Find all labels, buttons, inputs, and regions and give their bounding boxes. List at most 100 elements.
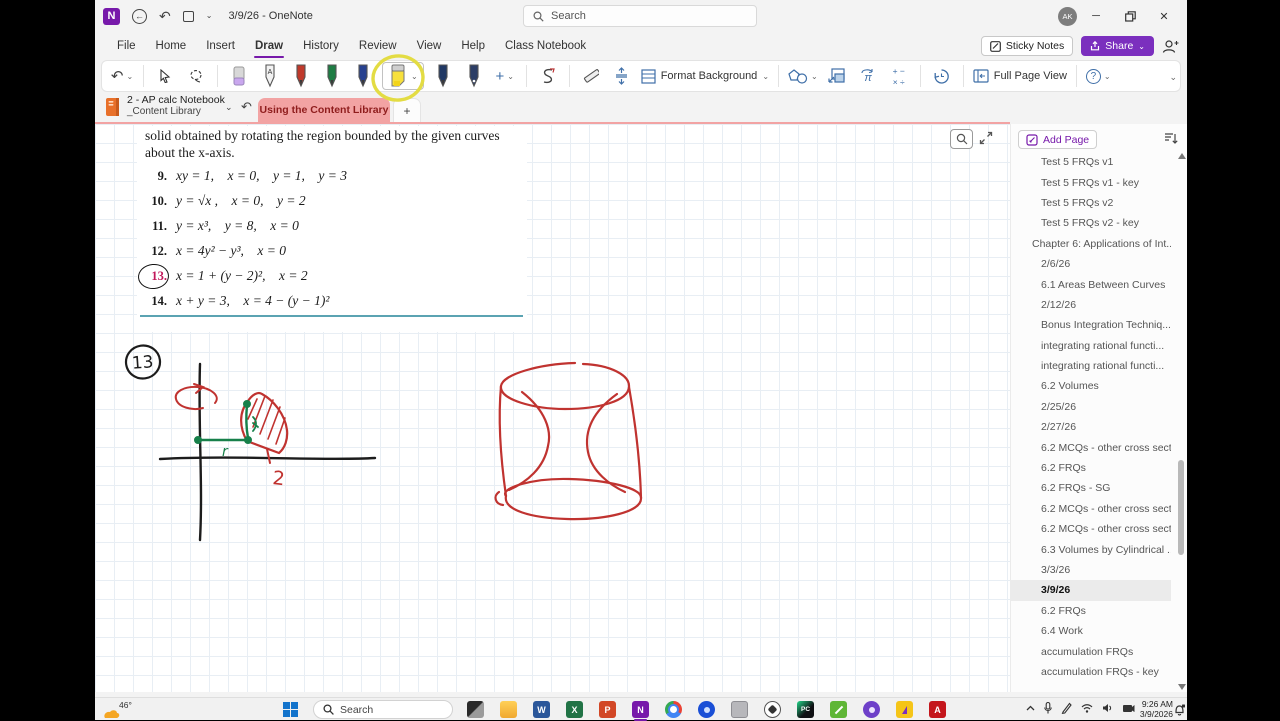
- page-list-item[interactable]: 3/9/26: [1011, 580, 1171, 601]
- page-list-item[interactable]: 6.2 FRQs: [1011, 601, 1171, 621]
- microphone-icon[interactable]: [1044, 702, 1052, 714]
- pen-tray-icon[interactable]: [1061, 702, 1072, 714]
- wifi-icon[interactable]: [1081, 703, 1093, 713]
- page-list-item[interactable]: 6.4 Work: [1011, 621, 1171, 641]
- scroll-up-icon[interactable]: [1178, 153, 1186, 159]
- notebook-icon[interactable]: [105, 97, 121, 117]
- page-list-item[interactable]: 6.2 MCQs - other cross sect...: [1011, 519, 1171, 539]
- page-canvas[interactable]: solid obtained by rotating the region bo…: [95, 124, 1010, 692]
- taskbar-app-icon[interactable]: [698, 701, 715, 718]
- taskbar-app-icon[interactable]: P: [599, 701, 616, 718]
- page-list-scrollbar[interactable]: [1177, 148, 1186, 692]
- page-list-item[interactable]: 2/12/26: [1011, 295, 1171, 315]
- pen-tool-red[interactable]: [289, 62, 313, 90]
- title-search-box[interactable]: Search: [523, 5, 757, 27]
- menu-tab[interactable]: History: [293, 32, 349, 60]
- device-icon[interactable]: [1122, 703, 1135, 713]
- lasso-tool[interactable]: [184, 62, 208, 90]
- collapse-ribbon-icon[interactable]: ⌄: [1169, 72, 1177, 83]
- page-list-item[interactable]: 2/25/26: [1011, 397, 1171, 417]
- page-list-item[interactable]: Test 5 FRQs v1: [1011, 152, 1171, 172]
- full-page-view-button[interactable]: Full Page View: [973, 62, 1067, 90]
- undo-button[interactable]: ↶ ⌄: [110, 62, 134, 90]
- taskbar-clock[interactable]: 9:26 AM 3/9/2026: [1140, 699, 1173, 719]
- menu-tab[interactable]: File: [107, 32, 146, 60]
- speaker-icon[interactable]: [1102, 703, 1113, 713]
- page-list-item[interactable]: 6.2 MCQs - other cross sect...: [1011, 437, 1171, 457]
- help-button[interactable]: ? ⌄: [1085, 62, 1111, 90]
- ink-replay-tool[interactable]: [930, 62, 954, 90]
- tray-expand-icon[interactable]: [1026, 705, 1035, 711]
- page-list-item[interactable]: 6.2 Volumes: [1011, 376, 1171, 396]
- screen-clip-tool[interactable]: [825, 62, 849, 90]
- ink-to-shape-tool[interactable]: [536, 62, 560, 90]
- page-list-item[interactable]: Test 5 FRQs v1 - key: [1011, 172, 1171, 192]
- sticky-notes-button[interactable]: Sticky Notes: [980, 36, 1074, 56]
- page-list-item[interactable]: 6.2 FRQs: [1011, 458, 1171, 478]
- sort-pages-icon[interactable]: [1164, 132, 1178, 145]
- add-page-button[interactable]: Add Page: [1018, 130, 1098, 149]
- pen-tool-navy[interactable]: [431, 62, 455, 90]
- page-list-item[interactable]: Test 5 FRQs v2 - key: [1011, 213, 1171, 233]
- section-tab-active[interactable]: Using the Content Library: [258, 98, 390, 122]
- start-button[interactable]: [283, 702, 298, 717]
- page-list-item[interactable]: 2/6/26: [1011, 254, 1171, 274]
- math-assistant-tool[interactable]: + − × ÷: [887, 62, 911, 90]
- save-state-icon[interactable]: [182, 10, 194, 22]
- quick-access-caret-icon[interactable]: ⌄: [206, 12, 213, 20]
- page-list-item[interactable]: integrating rational functi...: [1011, 336, 1171, 356]
- maximize-button[interactable]: [1113, 0, 1147, 32]
- page-list-item[interactable]: 2/27/26: [1011, 417, 1171, 437]
- notification-bell-icon[interactable]: [1174, 704, 1185, 716]
- page-list-item[interactable]: integrating rational functi...: [1011, 356, 1171, 376]
- menu-tab[interactable]: Home: [146, 32, 197, 60]
- notebook-caret-icon[interactable]: ⌄: [225, 102, 233, 113]
- shapes-tool[interactable]: ⌄: [788, 62, 818, 90]
- ruler-tool[interactable]: [579, 62, 603, 90]
- scrollbar-thumb[interactable]: [1178, 460, 1184, 555]
- page-list-item[interactable]: accumulation FRQs - key: [1011, 662, 1171, 682]
- menu-tab[interactable]: View: [407, 32, 452, 60]
- navigate-up-icon[interactable]: ↶: [241, 99, 252, 115]
- taskbar-app-icon[interactable]: [731, 701, 748, 718]
- undo-icon[interactable]: ↶: [159, 9, 171, 23]
- pen-tool-gray[interactable]: A: [258, 62, 282, 90]
- taskbar-app-icon[interactable]: PC: [797, 701, 814, 718]
- notebook-selector[interactable]: 2 - AP calc Notebook _Content Library: [127, 95, 225, 118]
- taskbar-app-icon[interactable]: [896, 701, 913, 718]
- people-icon[interactable]: [1162, 39, 1179, 54]
- page-list-item[interactable]: Test 5 FRQs v2: [1011, 193, 1171, 213]
- taskbar-app-icon[interactable]: [830, 701, 847, 718]
- page-list-item[interactable]: 6.2 FRQs - SG: [1011, 478, 1171, 498]
- taskbar-search[interactable]: Search: [313, 700, 453, 719]
- menu-tab[interactable]: Class Notebook: [495, 32, 596, 60]
- menu-tab[interactable]: Help: [451, 32, 495, 60]
- menu-tab[interactable]: Draw: [245, 32, 293, 60]
- taskbar-app-icon[interactable]: W: [533, 701, 550, 718]
- taskbar-app-icon[interactable]: [863, 701, 880, 718]
- menu-tab[interactable]: Review: [349, 32, 407, 60]
- page-list-item[interactable]: accumulation FRQs: [1011, 641, 1171, 661]
- page-list-item[interactable]: 6.2 MCQs - other cross sect...: [1011, 499, 1171, 519]
- back-icon[interactable]: ←: [132, 8, 147, 24]
- page-list-item[interactable]: 6.1 Areas Between Curves: [1011, 274, 1171, 294]
- page-list-item[interactable]: Bonus Integration Techniq...: [1011, 315, 1171, 335]
- taskbar-app-icon[interactable]: X: [566, 701, 583, 718]
- scroll-down-icon[interactable]: [1178, 684, 1186, 690]
- page-list-item[interactable]: 6.3 Volumes by Cylindrical ...: [1011, 539, 1171, 559]
- taskbar-app-icon[interactable]: [500, 701, 517, 718]
- ink-drawing-layer[interactable]: 13 2 r: [95, 124, 1010, 692]
- format-background-button[interactable]: Format Background ⌄: [641, 62, 769, 90]
- new-section-button[interactable]: +: [393, 98, 421, 122]
- close-button[interactable]: ✕: [1147, 0, 1181, 32]
- pen-tool-green[interactable]: [320, 62, 344, 90]
- select-tool[interactable]: [153, 62, 177, 90]
- taskbar-app-icon[interactable]: [665, 701, 682, 718]
- highlighter-tool[interactable]: ⌄: [371, 54, 425, 102]
- eraser-tool[interactable]: [227, 62, 251, 90]
- fountain-pen-tool[interactable]: [462, 62, 486, 90]
- taskbar-app-icon[interactable]: N: [632, 701, 649, 721]
- taskbar-app-icon[interactable]: [467, 701, 484, 718]
- page-list-item[interactable]: 3/3/26: [1011, 560, 1171, 580]
- taskbar-app-icon[interactable]: A: [929, 701, 946, 718]
